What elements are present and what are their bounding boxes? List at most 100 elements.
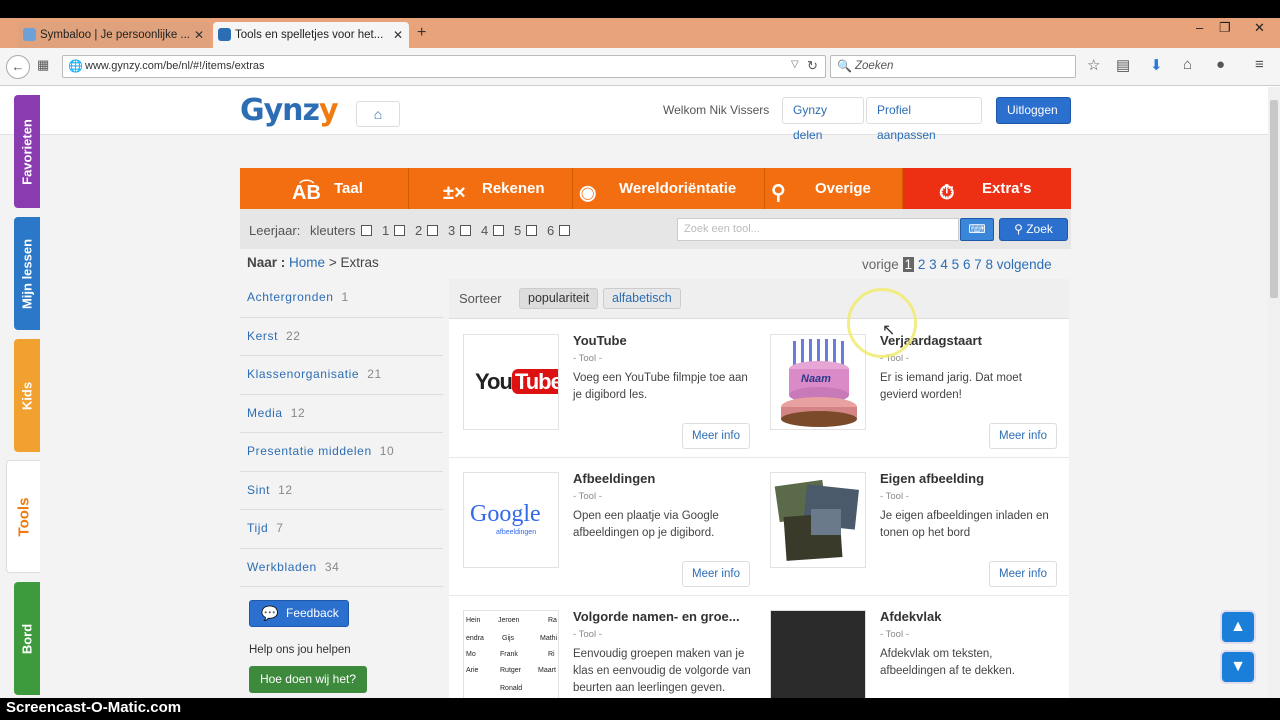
menu-overige[interactable]: ⚲ Overige: [765, 168, 903, 209]
category-item[interactable]: Werkbladen 34: [240, 549, 443, 587]
category-item[interactable]: Kerst 22: [240, 318, 443, 356]
grade-checkbox-2[interactable]: [427, 225, 438, 236]
tool-card-afbeeldingen[interactable]: Google afbeeldingen Afbeeldingen - Tool …: [449, 458, 750, 588]
tool-title[interactable]: Volgorde namen- en groe...: [573, 609, 740, 624]
tool-card-youtube[interactable]: You Tube YouTube - Tool - Voeg een YouTub…: [449, 320, 750, 450]
gynzy-favicon-icon: [218, 28, 231, 41]
pager-page[interactable]: 7: [974, 257, 982, 272]
search-button-label: Zoek: [1026, 222, 1053, 236]
sort-alphabetical-button[interactable]: alfabetisch: [603, 288, 681, 309]
grade-checkbox-4[interactable]: [493, 225, 504, 236]
breadcrumb-separator: >: [328, 255, 337, 270]
tool-type: - Tool -: [573, 629, 602, 640]
new-tab-plus-icon[interactable]: +: [417, 24, 426, 42]
reading-list-icon[interactable]: ▤: [1116, 56, 1130, 74]
logo-part: You: [475, 369, 513, 394]
gynzy-logo[interactable]: Gynzy: [240, 93, 339, 128]
window-close-icon[interactable]: ✕: [1254, 20, 1265, 36]
pager-page[interactable]: 8: [986, 257, 994, 272]
name-cell: Gijs: [502, 635, 515, 642]
menu-rekenen[interactable]: ±× Rekenen: [409, 168, 573, 209]
sidetab-tools[interactable]: Tools: [6, 460, 40, 573]
grade-checkbox-1[interactable]: [394, 225, 405, 236]
browser-search-input[interactable]: 🔍 Zoeken: [830, 55, 1076, 78]
pager-page[interactable]: 4: [940, 257, 948, 272]
pager-page[interactable]: 2: [918, 257, 926, 272]
home-icon[interactable]: ⌂: [1183, 56, 1192, 73]
reload-icon[interactable]: ↻: [807, 58, 818, 74]
logout-button[interactable]: Uitloggen: [996, 97, 1071, 124]
grade-checkbox-3[interactable]: [460, 225, 471, 236]
grade-checkbox-kleuters[interactable]: [361, 225, 372, 236]
star-bookmark-icon[interactable]: ☆: [1087, 56, 1100, 74]
pager-page-current[interactable]: 1: [902, 257, 915, 272]
browser-tab-gynzy[interactable]: Tools en spelletjes voor het... ✕: [213, 22, 409, 48]
chat-icon[interactable]: ●: [1216, 56, 1225, 73]
more-info-button[interactable]: Meer info: [682, 561, 750, 587]
sort-popularity-button[interactable]: populariteit: [519, 288, 599, 309]
pager-page[interactable]: 6: [963, 257, 971, 272]
sidetab-kids[interactable]: Kids: [14, 339, 40, 452]
category-item[interactable]: Sint 12: [240, 472, 443, 510]
pager-page[interactable]: 5: [952, 257, 960, 272]
tool-description: Afdekvlak om teksten, afbeeldingen af te…: [880, 648, 1015, 677]
grade-checkbox-6[interactable]: [559, 225, 570, 236]
pager-next[interactable]: volgende: [997, 257, 1052, 272]
category-item[interactable]: Klassenorganisatie 21: [240, 356, 443, 395]
search-icon: ⚲: [1014, 222, 1023, 236]
more-info-button[interactable]: Meer info: [989, 561, 1057, 587]
more-info-button[interactable]: Meer info: [682, 423, 750, 449]
keyboard-button[interactable]: ⌨: [960, 218, 994, 241]
sidetab-favorieten[interactable]: Favorieten: [14, 95, 40, 208]
tool-search-input[interactable]: Zoek een tool...: [677, 218, 959, 241]
share-gynzy-button[interactable]: Gynzy delen: [782, 97, 864, 142]
tool-card-eigen-afbeelding[interactable]: Eigen afbeelding - Tool - Je eigen afbee…: [756, 458, 1057, 588]
category-list: Achtergronden 1 Kerst 22 Klassenorganisati…: [240, 279, 443, 587]
menu-wereldorientatie[interactable]: ◉ Wereldoriëntatie: [573, 168, 765, 209]
globe-icon: 🌐: [68, 59, 83, 73]
minimize-icon[interactable]: –: [1196, 20, 1203, 35]
tool-card-afdekvlak[interactable]: Afdekvlak - Tool - Afdekvlak om teksten,…: [756, 596, 1056, 700]
pager-page[interactable]: 3: [929, 257, 937, 272]
page-overview-icon[interactable]: ▦: [37, 57, 49, 73]
browser-tab-symbaloo[interactable]: Symbaloo | Je persoonlijke ... ✕: [18, 22, 210, 48]
menu-icon[interactable]: ≡: [1255, 56, 1264, 73]
category-item[interactable]: Presentatie middelen 10: [240, 433, 443, 472]
home-button[interactable]: ⌂: [356, 101, 400, 127]
restore-icon[interactable]: ❐: [1219, 20, 1231, 36]
menu-taal[interactable]: A͡B Taal: [240, 168, 409, 209]
back-arrow-icon[interactable]: ←: [6, 55, 30, 79]
breadcrumb-home-link[interactable]: Home: [289, 255, 325, 270]
close-icon[interactable]: ✕: [194, 22, 204, 48]
category-item[interactable]: Achtergronden 1: [240, 279, 443, 318]
dropdown-arrow-icon[interactable]: ▽: [791, 59, 799, 70]
how-are-we-doing-button[interactable]: Hoe doen wij het?: [249, 666, 367, 693]
tool-title[interactable]: Eigen afbeelding: [880, 471, 984, 486]
breadcrumb-current: Extras: [340, 255, 379, 270]
url-bar[interactable]: 🌐 www.gynzy.com/be/nl/#!/items/extras ▽ …: [62, 55, 826, 78]
pager-prev[interactable]: vorige: [862, 257, 899, 272]
category-item[interactable]: Media 12: [240, 395, 443, 433]
tool-title[interactable]: Afbeeldingen: [573, 471, 655, 486]
tool-title[interactable]: YouTube: [573, 333, 627, 348]
feedback-button[interactable]: 💬 Feedback: [249, 600, 349, 627]
menu-extras[interactable]: ⏱ Extra's: [903, 168, 1071, 209]
close-icon[interactable]: ✕: [393, 22, 403, 48]
category-item[interactable]: Tijd 7: [240, 510, 443, 549]
tool-title[interactable]: Afdekvlak: [880, 609, 941, 624]
sidetab-bord[interactable]: Bord: [14, 582, 40, 695]
scroll-up-button[interactable]: ▲: [1220, 610, 1256, 644]
scroll-down-button[interactable]: ▼: [1220, 650, 1256, 684]
search-button[interactable]: ⚲ Zoek: [999, 218, 1068, 241]
page-scrollbar-thumb[interactable]: [1270, 100, 1278, 298]
category-count: 34: [324, 559, 340, 574]
more-info-button[interactable]: Meer info: [989, 423, 1057, 449]
name-cell: Ra: [548, 617, 557, 624]
download-icon[interactable]: ⬇: [1150, 56, 1163, 74]
edit-profile-button[interactable]: Profiel aanpassen: [866, 97, 982, 142]
sidetab-mijn-lessen[interactable]: Mijn lessen: [14, 217, 40, 330]
grade-checkbox-5[interactable]: [526, 225, 537, 236]
menu-label: Wereldoriëntatie: [619, 180, 737, 197]
photo-stack-icon: [774, 479, 859, 561]
tool-card-volgorde[interactable]: Hein Jeroen Ra endra Gijs Mathi Mo Frank…: [449, 596, 751, 700]
